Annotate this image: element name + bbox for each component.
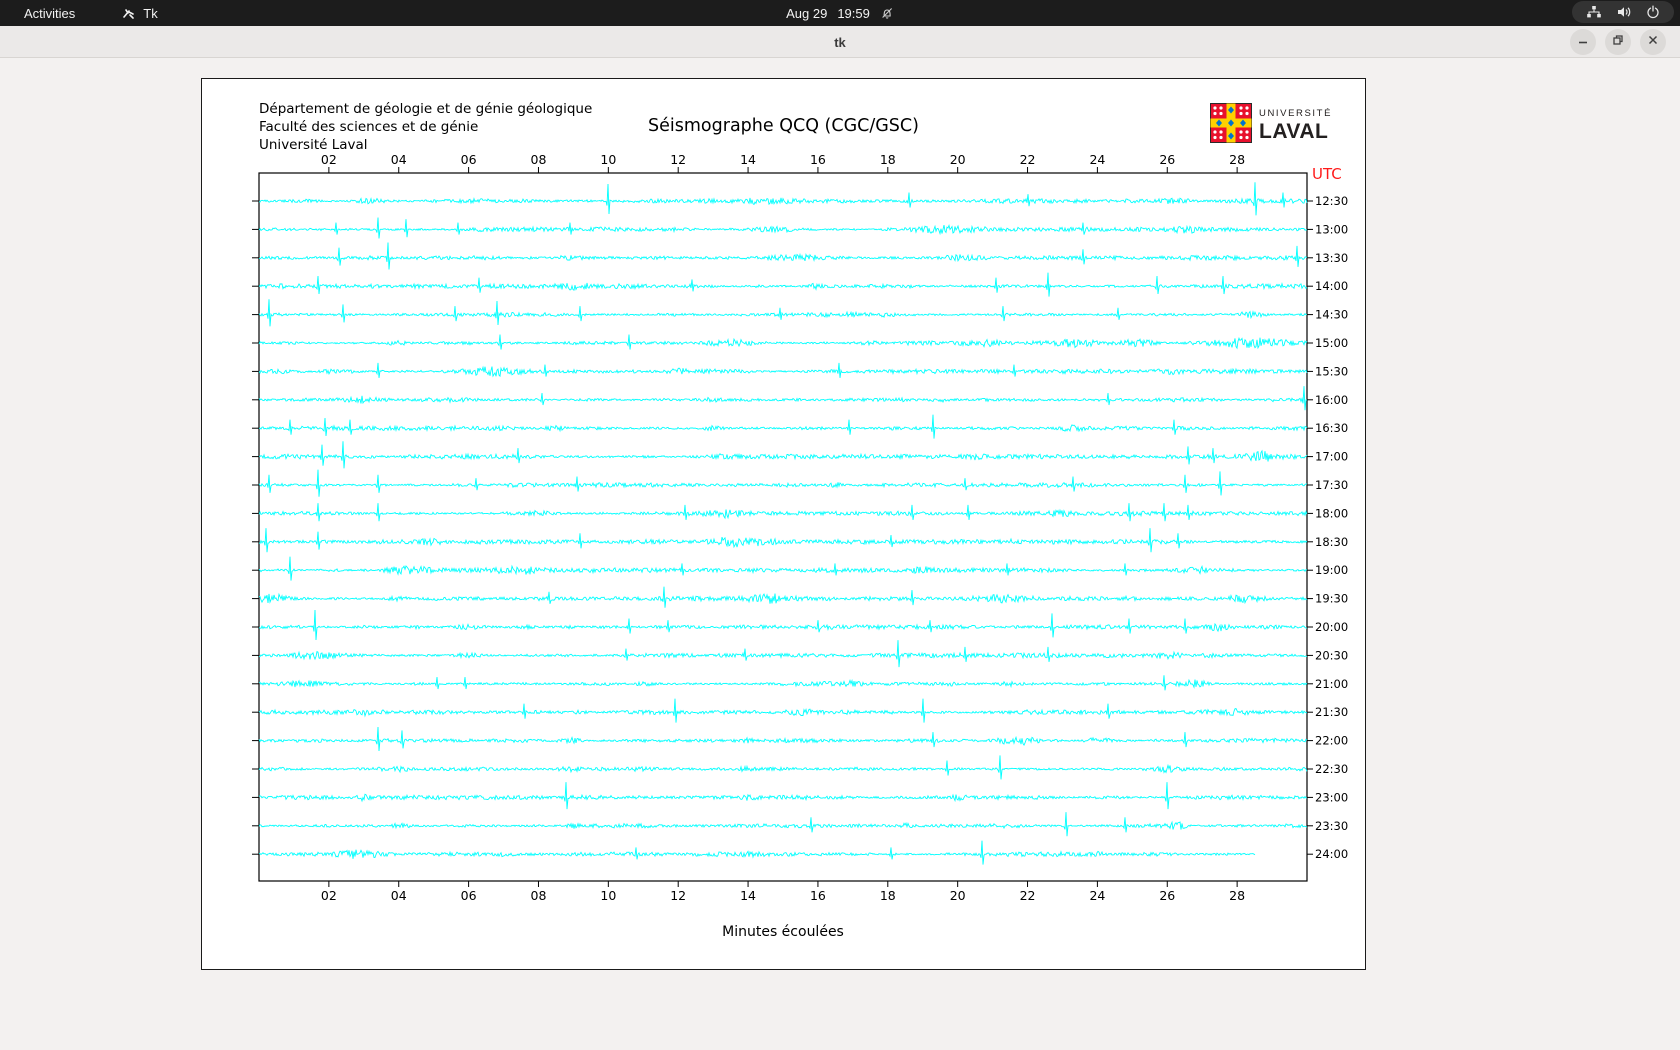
window-titlebar[interactable]: tk — [0, 26, 1680, 58]
svg-text:06: 06 — [461, 888, 477, 903]
close-icon — [1647, 33, 1659, 51]
svg-text:16: 16 — [810, 152, 826, 167]
svg-text:24: 24 — [1089, 888, 1105, 903]
tk-icon — [121, 6, 136, 21]
svg-text:24:00: 24:00 — [1315, 847, 1348, 861]
clock-time: 19:59 — [837, 6, 870, 21]
svg-text:19:00: 19:00 — [1315, 563, 1348, 577]
tk-window-content: Département de géologie et de génie géol… — [0, 59, 1680, 1050]
gnome-top-bar: Activities Tk Aug 29 19:59 — [0, 0, 1680, 26]
app-menu[interactable]: Tk — [121, 6, 157, 21]
minimize-button[interactable] — [1570, 29, 1596, 55]
clock-menu[interactable]: Aug 29 19:59 — [786, 6, 894, 21]
svg-text:14: 14 — [740, 888, 756, 903]
svg-text:14: 14 — [740, 152, 756, 167]
svg-text:10: 10 — [600, 152, 616, 167]
svg-text:02: 02 — [321, 888, 337, 903]
svg-text:14:00: 14:00 — [1315, 279, 1348, 293]
svg-text:26: 26 — [1159, 152, 1175, 167]
svg-text:06: 06 — [461, 152, 477, 167]
svg-text:21:00: 21:00 — [1315, 677, 1348, 691]
svg-text:20: 20 — [950, 888, 966, 903]
app-menu-label: Tk — [143, 6, 157, 21]
svg-text:13:30: 13:30 — [1315, 251, 1348, 265]
svg-text:Minutes écoulées: Minutes écoulées — [722, 924, 844, 940]
svg-text:18:30: 18:30 — [1315, 535, 1348, 549]
svg-text:22:00: 22:00 — [1315, 734, 1348, 748]
svg-text:12: 12 — [670, 152, 686, 167]
svg-text:16:00: 16:00 — [1315, 393, 1348, 407]
clock-date: Aug 29 — [786, 6, 827, 21]
bell-off-icon — [880, 6, 894, 20]
svg-text:08: 08 — [531, 888, 547, 903]
svg-text:20:00: 20:00 — [1315, 620, 1348, 634]
svg-text:16: 16 — [810, 888, 826, 903]
maximize-icon — [1612, 33, 1624, 51]
svg-text:14:30: 14:30 — [1315, 308, 1348, 322]
svg-text:13:00: 13:00 — [1315, 222, 1348, 236]
svg-text:26: 26 — [1159, 888, 1175, 903]
svg-text:23:00: 23:00 — [1315, 790, 1348, 804]
seismograph-canvas: Département de géologie et de génie géol… — [201, 78, 1366, 970]
svg-text:20: 20 — [950, 152, 966, 167]
svg-text:23:30: 23:30 — [1315, 819, 1348, 833]
svg-text:04: 04 — [391, 152, 407, 167]
svg-text:22:30: 22:30 — [1315, 762, 1348, 776]
svg-text:04: 04 — [391, 888, 407, 903]
svg-text:17:30: 17:30 — [1315, 478, 1348, 492]
svg-text:10: 10 — [600, 888, 616, 903]
close-button[interactable] — [1640, 29, 1666, 55]
volume-icon — [1616, 5, 1632, 19]
svg-text:28: 28 — [1229, 888, 1245, 903]
svg-text:24: 24 — [1089, 152, 1105, 167]
activities-button[interactable]: Activities — [16, 4, 83, 23]
minimize-icon — [1577, 33, 1589, 51]
svg-text:15:30: 15:30 — [1315, 364, 1348, 378]
svg-text:UTC: UTC — [1312, 165, 1342, 183]
system-status-area[interactable] — [1572, 1, 1674, 23]
svg-text:18: 18 — [880, 888, 896, 903]
svg-text:02: 02 — [321, 152, 337, 167]
svg-text:17:00: 17:00 — [1315, 450, 1348, 464]
svg-text:15:00: 15:00 — [1315, 336, 1348, 350]
svg-text:16:30: 16:30 — [1315, 421, 1348, 435]
network-icon — [1586, 5, 1602, 19]
svg-text:19:30: 19:30 — [1315, 592, 1348, 606]
svg-text:12: 12 — [670, 888, 686, 903]
svg-text:20:30: 20:30 — [1315, 648, 1348, 662]
svg-text:22: 22 — [1020, 888, 1036, 903]
svg-text:18: 18 — [880, 152, 896, 167]
svg-text:18:00: 18:00 — [1315, 506, 1348, 520]
svg-text:21:30: 21:30 — [1315, 705, 1348, 719]
svg-text:12:30: 12:30 — [1315, 194, 1348, 208]
svg-text:08: 08 — [531, 152, 547, 167]
svg-text:22: 22 — [1020, 152, 1036, 167]
helicorder-plot: 02 02 04 04 06 06 08 08 10 10 12 12 14 14 16 16 18 18 20 20… — [202, 79, 1367, 971]
maximize-button[interactable] — [1605, 29, 1631, 55]
svg-text:28: 28 — [1229, 152, 1245, 167]
window-title: tk — [0, 26, 1680, 58]
power-icon — [1646, 5, 1660, 19]
